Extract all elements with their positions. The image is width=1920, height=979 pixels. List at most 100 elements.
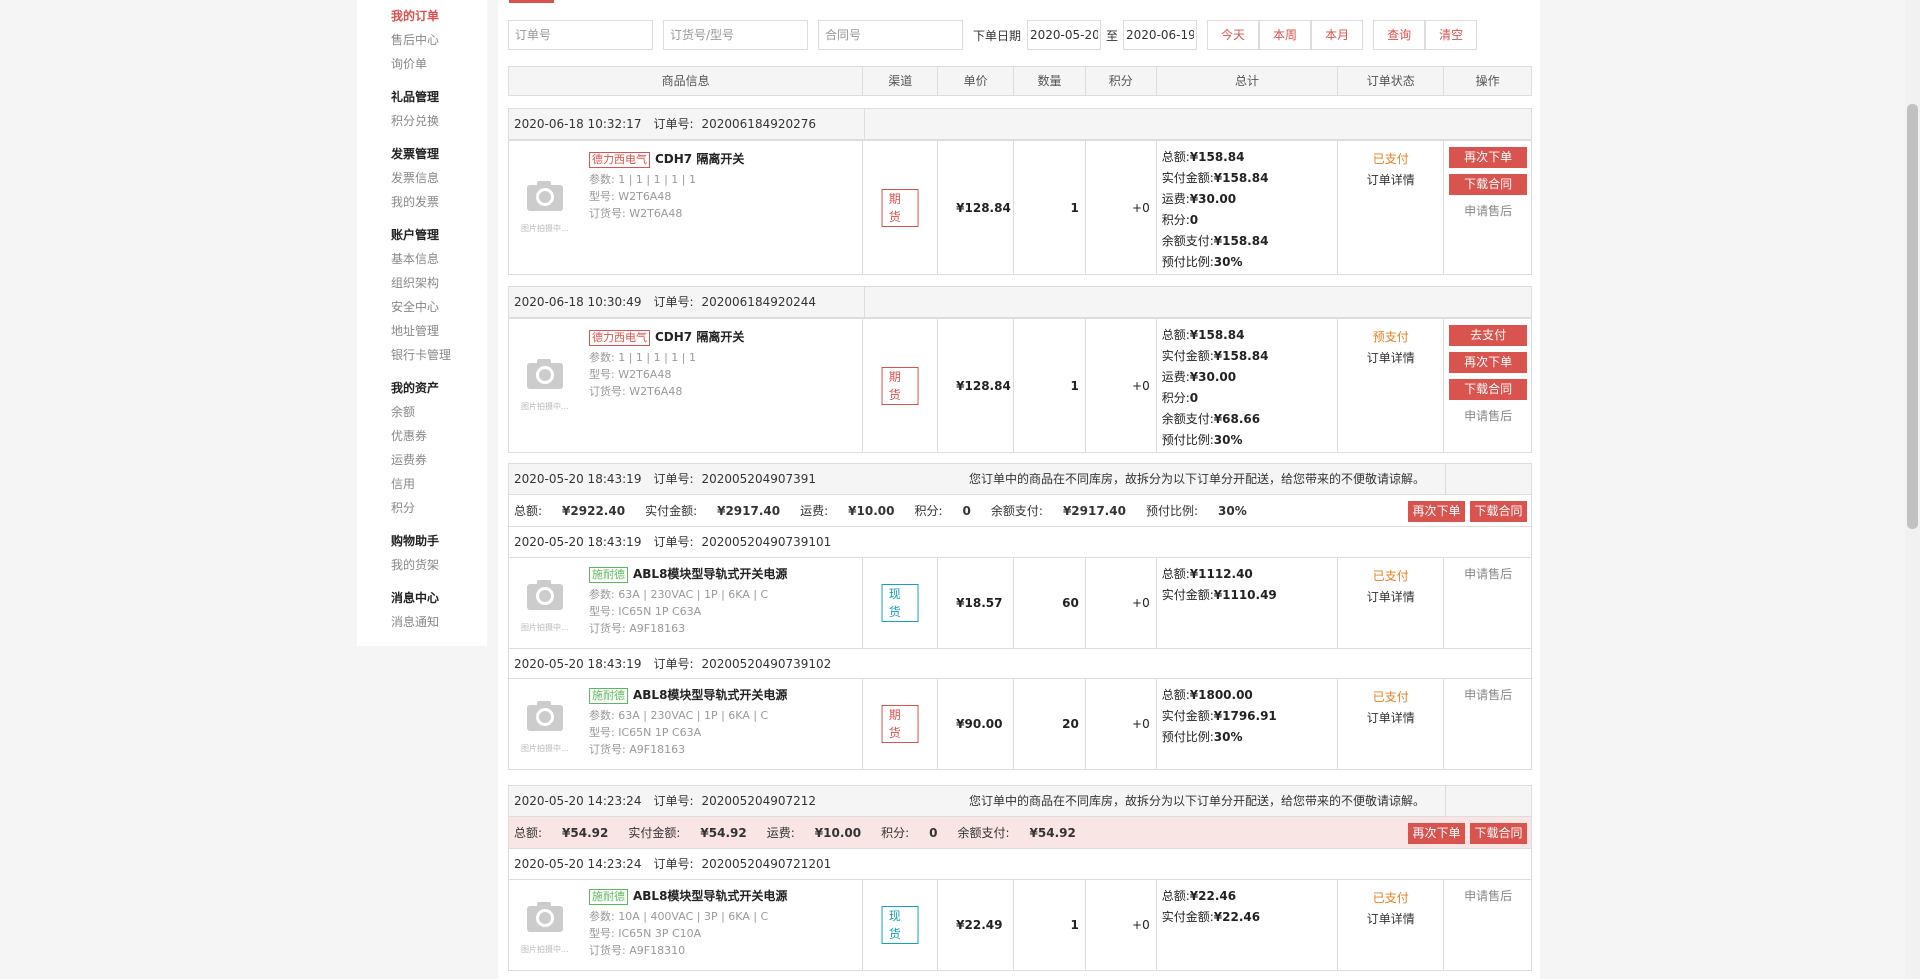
order-detail-link[interactable]: 订单详情 (1338, 708, 1443, 729)
download-contract-button[interactable]: 下载合同 (1449, 379, 1528, 400)
today-button[interactable]: 今天 (1207, 20, 1260, 50)
order-no: 202005204907391 (701, 472, 817, 486)
header-qty: 数量 (1014, 67, 1086, 95)
reorder-button[interactable]: 再次下单 (1408, 501, 1465, 522)
brand-tag: 德力西电气 (589, 152, 650, 168)
sidebar-item-freight-coupons[interactable]: 运费券 (391, 448, 487, 472)
camera-icon: 图片拍摄中... (521, 578, 569, 632)
order-time: 2020-06-18 10:32:17 (514, 117, 642, 131)
header-price: 单价 (938, 67, 1015, 95)
order-detail-link[interactable]: 订单详情 (1338, 587, 1443, 608)
sidebar-item-basic-info[interactable]: 基本信息 (391, 247, 487, 271)
sub-order-no: 20200520490721201 (701, 857, 832, 871)
split-order-block: 2020-05-20 14:23:24 订单号: 202005204907212… (508, 785, 1532, 971)
order-time: 2020-05-20 18:43:19 (514, 472, 642, 486)
sidebar-item-coupons[interactable]: 优惠券 (391, 424, 487, 448)
sidebar-heading-messages: 消息中心 (391, 591, 440, 605)
order-detail-link[interactable]: 订单详情 (1338, 348, 1443, 369)
sidebar-group-assets: 我的资产 余额 优惠券 运费券 信用 积分 (391, 376, 487, 520)
sub-order-no: 20200520490739102 (701, 657, 832, 671)
after-sale-link[interactable]: 申请售后 (1449, 886, 1527, 907)
sidebar-heading-shopping: 购物助手 (391, 534, 440, 548)
table-header: 商品信息 渠道 单价 数量 积分 总计 订单状态 操作 (508, 66, 1532, 96)
order-no-label: 订单号: (653, 117, 694, 131)
reorder-button[interactable]: 再次下单 (1449, 352, 1528, 373)
sidebar-item-points[interactable]: 积分 (391, 496, 487, 520)
this-week-button[interactable]: 本周 (1259, 20, 1312, 50)
brand-tag: 施耐德 (589, 688, 628, 704)
order-meta: 2020-06-18 10:32:17 订单号: 202006184920276 (509, 109, 1531, 140)
date-to-label: 至 (1106, 28, 1119, 43)
sidebar-item-invoice-info[interactable]: 发票信息 (391, 166, 487, 190)
page-scrollbar[interactable] (1905, 0, 1920, 979)
sidebar-item-my-orders[interactable]: 我的订单 (391, 4, 487, 28)
scrollbar-thumb[interactable] (1907, 104, 1918, 529)
order-detail-link[interactable]: 订单详情 (1338, 170, 1443, 191)
sidebar-group-shopping: 购物助手 我的货架 (391, 529, 487, 577)
sidebar-item-inquiry[interactable]: 询价单 (391, 52, 487, 76)
sidebar-heading-account: 账户管理 (391, 228, 440, 242)
download-contract-button[interactable]: 下载合同 (1470, 823, 1527, 844)
order-no: 202006184920244 (701, 295, 817, 309)
quantity: 60 (1062, 596, 1079, 610)
date-label: 下单日期 (973, 28, 1022, 43)
product-sku: W2T6A48 (629, 207, 683, 220)
after-sale-link[interactable]: 申请售后 (1449, 685, 1527, 706)
after-sale-link[interactable]: 申请售后 (1449, 564, 1527, 585)
brand-tag: 施耐德 (589, 889, 628, 905)
order-no: 202005204907212 (701, 794, 817, 808)
order-meta: 2020-05-20 18:43:19 订单号: 202005204907391… (509, 464, 1531, 495)
order-time: 2020-06-18 10:30:49 (514, 295, 642, 309)
sidebar-item-security[interactable]: 安全中心 (391, 295, 487, 319)
header-total: 总计 (1157, 67, 1339, 95)
order-status: 已支付 (1372, 152, 1409, 166)
sidebar-heading-gifts: 礼品管理 (391, 90, 440, 104)
date-to-input[interactable] (1123, 20, 1198, 50)
sidebar-heading-assets: 我的资产 (391, 381, 440, 395)
sidebar-item-org[interactable]: 组织架构 (391, 271, 487, 295)
product-name[interactable]: CDH7 隔离开关 (655, 152, 744, 166)
camera-icon: 图片拍摄中... (521, 357, 569, 411)
order-meta: 2020-05-20 14:23:24 订单号: 202005204907212… (509, 786, 1531, 817)
order-no-input[interactable] (508, 20, 653, 50)
quantity: 1 (1070, 918, 1079, 932)
sidebar-item-address[interactable]: 地址管理 (391, 319, 487, 343)
sidebar-item-my-invoices[interactable]: 我的发票 (391, 190, 487, 214)
pay-button[interactable]: 去支付 (1449, 325, 1528, 346)
after-sale-link[interactable]: 申请售后 (1449, 406, 1527, 427)
product-name[interactable]: ABL8模块型导轨式开关电源 (633, 567, 787, 581)
download-contract-button[interactable]: 下载合同 (1449, 174, 1528, 195)
sidebar-item-shelf[interactable]: 我的货架 (391, 553, 487, 577)
model-input[interactable] (663, 20, 808, 50)
order-status: 已支付 (1372, 690, 1409, 704)
product-name[interactable]: ABL8模块型导轨式开关电源 (633, 688, 787, 702)
reorder-button[interactable]: 再次下单 (1449, 147, 1528, 168)
sidebar-item-bank-card[interactable]: 银行卡管理 (391, 343, 487, 367)
reorder-button[interactable]: 再次下单 (1408, 823, 1465, 844)
channel-badge: 现货 (881, 584, 919, 622)
points-value: +0 (1132, 378, 1150, 393)
query-button[interactable]: 查询 (1373, 20, 1426, 50)
sidebar-item-notifications[interactable]: 消息通知 (391, 610, 487, 634)
sub-order-meta: 2020-05-20 14:23:24 订单号: 202005204907212… (509, 849, 1531, 880)
contract-input[interactable] (818, 20, 963, 50)
channel-badge: 现货 (881, 906, 919, 944)
sidebar-item-credit[interactable]: 信用 (391, 472, 487, 496)
camera-icon: 图片拍摄中... (521, 179, 569, 233)
this-month-button[interactable]: 本月 (1311, 20, 1364, 50)
product-name[interactable]: CDH7 隔离开关 (655, 330, 744, 344)
sidebar-group-account: 账户管理 基本信息 组织架构 安全中心 地址管理 银行卡管理 (391, 223, 487, 367)
sidebar-item-after-sale[interactable]: 售后中心 (391, 28, 487, 52)
download-contract-button[interactable]: 下载合同 (1470, 501, 1527, 522)
sidebar-item-points-exchange[interactable]: 积分兑换 (391, 109, 487, 133)
order-item: 图片拍摄中... 施耐德 ABL8模块型导轨式开关电源 参数: 10A | 400… (509, 880, 1531, 970)
product-name[interactable]: ABL8模块型导轨式开关电源 (633, 889, 787, 903)
sidebar-item-balance[interactable]: 余额 (391, 400, 487, 424)
sidebar: 我的订单 售后中心 询价单 礼品管理 积分兑换 发票管理 发票信息 我的发票 账… (357, 0, 487, 646)
unit-price: ¥90.00 (956, 717, 1003, 731)
channel-badge: 期货 (881, 366, 919, 405)
clear-button[interactable]: 清空 (1425, 20, 1478, 50)
order-detail-link[interactable]: 订单详情 (1338, 909, 1443, 930)
date-from-input[interactable] (1027, 20, 1102, 50)
after-sale-link[interactable]: 申请售后 (1449, 201, 1527, 222)
